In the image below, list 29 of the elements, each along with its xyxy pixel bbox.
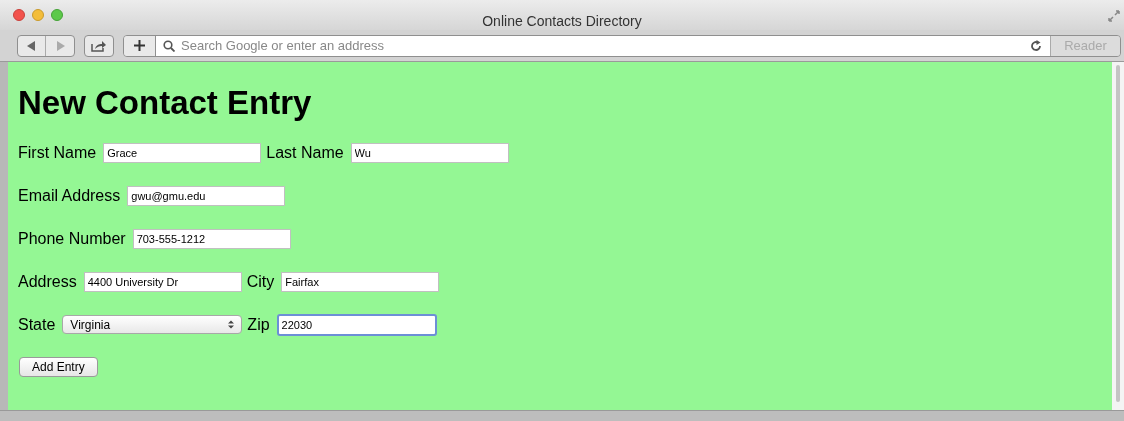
forward-arrow-icon	[55, 40, 65, 51]
close-button[interactable]	[13, 9, 25, 21]
back-arrow-icon	[27, 40, 36, 51]
fullscreen-icon[interactable]	[1108, 10, 1120, 22]
share-icon	[91, 39, 107, 52]
field-label: State	[18, 314, 56, 335]
scrollbar[interactable]	[1112, 62, 1124, 410]
field-label: Zip	[247, 314, 270, 335]
text-field[interactable]: 703-555-1212	[132, 228, 291, 249]
field-label: City	[246, 271, 275, 292]
text-field[interactable]: Grace	[103, 142, 262, 163]
field-label: Address	[18, 271, 77, 292]
text-field[interactable]: Wu	[350, 142, 509, 163]
minimize-button[interactable]	[32, 9, 44, 21]
share-button[interactable]	[84, 34, 114, 57]
field-label: Phone Number	[18, 228, 126, 249]
field-label: First Name	[18, 142, 97, 163]
dropdown-arrows-icon	[228, 320, 235, 329]
add-entry-button[interactable]: Add Entry	[19, 357, 98, 377]
text-field[interactable]: 4400 University Dr	[83, 271, 242, 292]
text-field[interactable]: gwu@gmu.edu	[127, 185, 286, 206]
field-label: Email Address	[18, 185, 121, 206]
state-dropdown[interactable]: Virginia	[62, 315, 243, 334]
page-heading: New Contact Entry	[18, 86, 313, 119]
text-field[interactable]: 22030	[276, 313, 437, 336]
window-title: Online Contacts Directory	[482, 13, 642, 29]
zoom-button[interactable]	[51, 9, 63, 21]
text-field[interactable]: Fairfax	[281, 271, 440, 292]
field-label: Last Name	[266, 142, 344, 163]
